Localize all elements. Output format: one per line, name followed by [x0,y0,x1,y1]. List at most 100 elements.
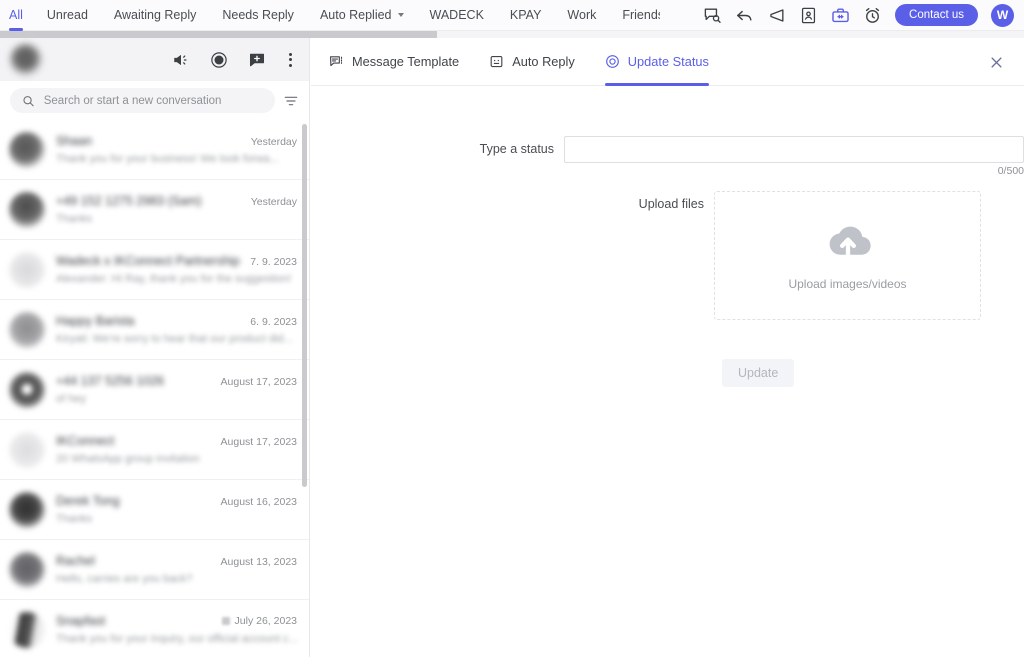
tab-friends[interactable]: Friends [609,0,660,31]
tab-strip[interactable]: All Unread Awaiting Reply Needs Reply Au… [0,0,660,31]
chat-date: August 13, 2023 [220,556,297,568]
update-button[interactable]: Update [722,359,795,387]
avatar [9,551,45,588]
sidebar-search-row [0,81,309,120]
tab-label: Auto Replied [319,8,392,22]
list-item-body: Rachel August 13, 2023 Hello, carries ar… [56,554,297,585]
tab-auto-replied[interactable]: Auto Replied [307,0,417,31]
tab-message-template[interactable]: Message Template [329,38,459,86]
list-item[interactable]: Snapfast July 26, 2023 Thank you for you… [0,600,309,657]
message-search-icon[interactable] [703,6,722,25]
upload-label: Upload files [638,197,704,211]
cloud-upload-icon [829,226,871,258]
tab-label: Awaiting Reply [113,8,197,22]
list-item-body: Derek Tong August 16, 2023 Thanks [56,494,297,525]
list-item-body: Happy Barista 6. 9. 2023 Kiryati: We're … [56,314,297,345]
tab-label: Unread [46,8,88,22]
chat-name: IKConnect [56,434,115,448]
contact-us-button[interactable]: Contact us [895,4,978,26]
chat-preview: Thank you for your business! We look for… [56,153,279,165]
chat-preview: Alexander: Hi Ray, thank you for the sug… [56,273,292,285]
dropzone-text: Upload images/videos [788,276,907,291]
status-ring-icon[interactable] [210,51,228,69]
submit-row: Update [311,359,1024,387]
message-template-icon [330,56,343,67]
tab-label: Friends [622,8,660,22]
avatar [9,131,45,168]
chat-preview: Thanks [56,213,93,225]
auto-reply-icon [490,55,503,68]
tab-all[interactable]: All [0,0,34,31]
search-box[interactable] [10,88,275,113]
status-badge [221,617,230,625]
list-item[interactable]: Wadeck x IKConnect Partnership 7. 9. 202… [0,240,309,300]
avatar [9,431,45,468]
search-input[interactable] [43,94,263,107]
list-item[interactable]: +44 137 5256 1026 August 17, 2023 of hey [0,360,309,420]
chat-date: August 16, 2023 [220,496,297,508]
tab-label: Needs Reply [222,8,294,22]
list-item[interactable]: Derek Tong August 16, 2023 Thanks [0,480,309,540]
tab-kpay[interactable]: KPAY [497,0,555,31]
contact-card-icon[interactable] [799,6,818,25]
list-item[interactable]: +49 152 1275 2983 (Sam) Yesterday Thanks [0,180,309,240]
filter-icon[interactable] [283,93,299,109]
character-counter: 0/500 [997,165,1024,177]
list-item-body: +49 152 1275 2983 (Sam) Yesterday Thanks [56,194,297,225]
list-item-body: Shaan Yesterday Thank you for your busin… [56,134,297,165]
tab-update-status[interactable]: Update Status [604,38,710,86]
conversations-sidebar: Shaan Yesterday Thank you for your busin… [0,38,310,657]
reply-arrow-icon[interactable] [735,6,754,25]
tab-wadeck[interactable]: WADECK [417,0,497,31]
chat-list-scrollbar[interactable] [302,124,307,487]
tab-unread[interactable]: Unread [34,0,101,31]
avatar [9,491,45,528]
update-status-form: Type a status 0/500 Upload files Upload … [311,86,1024,387]
tab-awaiting-reply[interactable]: Awaiting Reply [101,0,209,31]
chat-preview: Thank you for your inquiry, our official… [56,633,297,645]
list-item[interactable]: Shaan Yesterday Thank you for your busin… [0,120,309,180]
tab-label: Message Template [352,54,460,69]
upload-field-row: Upload files Upload images/videos [311,191,1024,320]
chat-preview: of hey [56,393,86,405]
status-input[interactable] [564,136,1024,163]
avatar [9,311,45,348]
alarm-clock-icon[interactable] [863,6,882,25]
more-options-icon[interactable] [286,52,295,67]
chat-preview: Thanks [56,513,93,525]
app-logo[interactable]: W [991,3,1014,27]
chat-date: 7. 9. 2023 [250,256,297,268]
megaphone-icon[interactable] [767,6,786,25]
list-item-body: +44 137 5256 1026 August 17, 2023 of hey [56,374,297,405]
list-item-body: Snapfast July 26, 2023 Thank you for you… [56,614,297,645]
avatar [9,371,45,408]
tab-needs-reply[interactable]: Needs Reply [209,0,307,31]
announcement-icon[interactable] [172,51,190,69]
chat-name: Derek Tong [56,494,120,508]
tab-label: Update Status [627,54,709,69]
chat-date: 6. 9. 2023 [250,316,297,328]
avatar [9,251,45,288]
avatar[interactable] [9,42,43,77]
sidebar-header [0,38,309,81]
close-icon[interactable] [989,55,1004,70]
list-item-body: IKConnect August 17, 2023 20 WhatsApp gr… [56,434,297,465]
update-status-panel: Message Template Auto Reply Update Statu… [311,38,1024,657]
upload-dropzone[interactable]: Upload images/videos [714,191,981,320]
search-icon [23,95,34,106]
status-label: Type a status [479,142,554,156]
chat-preview: Kiryati: We're sorry to hear that our pr… [56,333,293,345]
chat-name: Rachel [56,554,95,568]
chat-list[interactable]: Shaan Yesterday Thank you for your busin… [0,120,309,657]
tab-label: All [9,8,23,22]
list-item[interactable]: Happy Barista 6. 9. 2023 Kiryati: We're … [0,300,309,360]
tab-auto-reply[interactable]: Auto Reply [489,38,575,86]
chat-date: August 17, 2023 [220,376,297,388]
new-chat-icon[interactable] [248,51,266,69]
tab-work[interactable]: Work [554,0,609,31]
list-item[interactable]: Rachel August 13, 2023 Hello, carries ar… [0,540,309,600]
toolbox-icon[interactable] [831,6,850,25]
list-item[interactable]: IKConnect August 17, 2023 20 WhatsApp gr… [0,420,309,480]
panel-tab-bar: Message Template Auto Reply Update Statu… [311,38,1024,86]
tab-label: Work [567,8,597,22]
